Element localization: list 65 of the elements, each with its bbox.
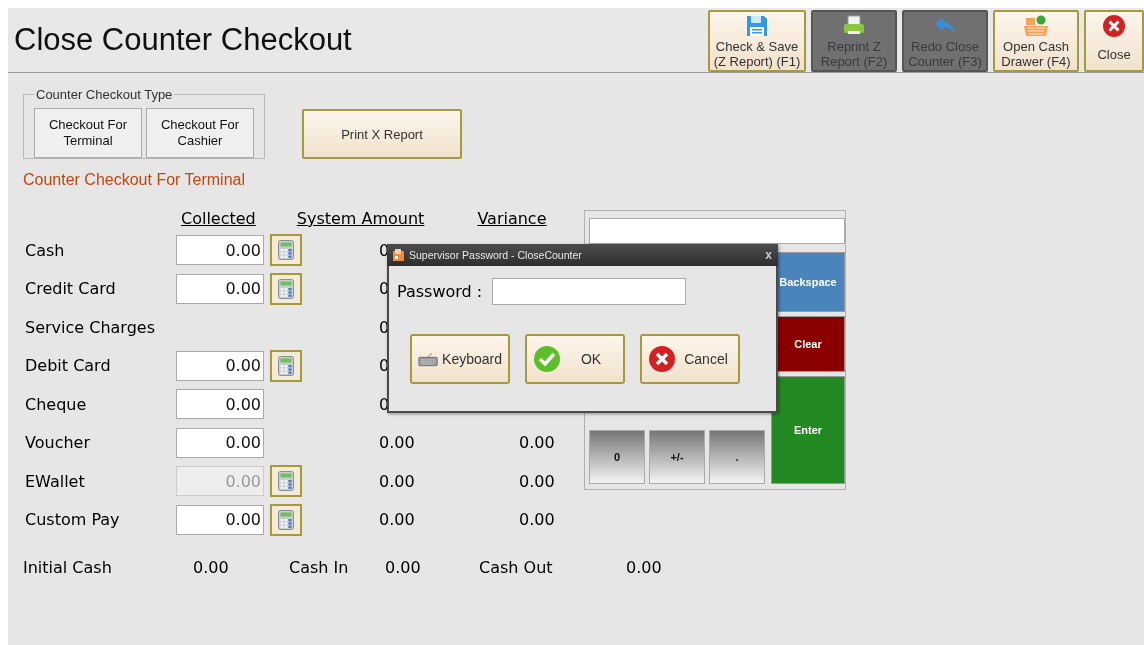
password-field[interactable] (492, 278, 687, 305)
save-toolbar-button[interactable]: Check & Save (Z Report) (F1) (708, 10, 806, 72)
checkout-type-button[interactable]: Checkout For Cashier (146, 108, 254, 158)
row-label: Service Charges (24, 317, 156, 337)
keypad-key[interactable]: +/- (649, 430, 705, 484)
system-amount: 0.00 (379, 471, 416, 491)
total-label: Initial Cash (23, 558, 113, 577)
total-label: Cash Out (479, 558, 554, 577)
calculator-button[interactable] (270, 349, 302, 382)
total-value: 0.00 (385, 558, 422, 577)
close-toolbar-button[interactable]: Close (1084, 10, 1144, 72)
print-x-report-button[interactable]: Print X Report (302, 109, 462, 159)
variance-amount: 0.00 (519, 510, 556, 530)
calculator-button[interactable] (270, 272, 302, 305)
keypad-key[interactable]: 0 (589, 430, 645, 484)
column-header: System Amount (296, 209, 425, 230)
app-icon (393, 249, 404, 261)
variance-amount: 0.00 (519, 471, 556, 491)
window-title: Close Counter Checkout (14, 22, 353, 58)
amount-field[interactable]: 0.00 (176, 273, 264, 304)
group-title: Counter Checkout Type (35, 87, 174, 102)
enter-key[interactable]: Enter (771, 376, 845, 484)
system-amount: 0.00 (379, 433, 416, 453)
keyboard-button[interactable]: Keyboard (410, 334, 510, 384)
amount-field[interactable]: 0.00 (176, 389, 264, 420)
row-label: EWallet (24, 471, 86, 491)
check-icon (533, 345, 561, 373)
cancel-button[interactable]: Cancel (640, 334, 740, 384)
section-title: Counter Checkout For Terminal (23, 171, 246, 189)
row-label: Custom Pay (24, 510, 121, 530)
ok-button[interactable]: OK (525, 334, 625, 384)
amount-field[interactable]: 0.00 (176, 427, 264, 458)
register-toolbar-button[interactable]: Open Cash Drawer (F4) (993, 10, 1079, 72)
amount-field[interactable]: 0.00 (176, 350, 264, 381)
close-icon (1102, 14, 1126, 38)
calculator-icon (278, 471, 294, 492)
system-amount: 0.00 (379, 510, 416, 530)
keyboard-icon (418, 350, 439, 368)
column-header: Collected (181, 209, 256, 230)
row-label: Debit Card (24, 356, 112, 376)
total-label: Cash In (289, 558, 350, 577)
calculator-icon (278, 355, 294, 376)
checkout-type-button[interactable]: Checkout For Terminal (34, 108, 142, 158)
calculator-icon (278, 240, 294, 261)
password-label: Password : (397, 282, 483, 301)
calculator-icon (278, 278, 294, 299)
column-header: Variance (477, 209, 547, 230)
row-label: Cash (24, 240, 66, 260)
keypad-key[interactable]: . (709, 430, 765, 484)
amount-field[interactable]: 0.00 (176, 235, 264, 266)
amount-field[interactable]: 0.00 (176, 504, 264, 535)
variance-amount: 0.00 (519, 433, 556, 453)
calculator-button[interactable] (270, 234, 302, 267)
total-value: 0.00 (193, 558, 230, 577)
cash-register-icon (1023, 14, 1049, 38)
dialog-title: Supervisor Password - CloseCounter (409, 249, 583, 261)
calculator-icon (278, 509, 294, 530)
calculator-button[interactable] (270, 503, 302, 536)
row-label: Voucher (24, 433, 91, 453)
cancel-icon (648, 345, 676, 373)
total-value: 0.00 (626, 558, 663, 577)
row-label: Credit Card (24, 279, 117, 299)
row-label: Cheque (24, 394, 88, 414)
dialog-close-button[interactable]: x (765, 248, 772, 262)
keypad-display[interactable] (589, 218, 845, 244)
